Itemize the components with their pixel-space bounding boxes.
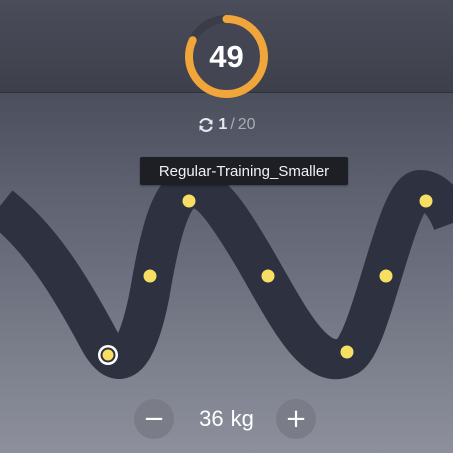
wave-dot[interactable] [143, 269, 157, 283]
wave-dot[interactable] [261, 269, 275, 283]
weight-unit: kg [230, 406, 254, 431]
decrease-weight-button[interactable]: − [134, 399, 174, 439]
increase-weight-button[interactable]: + [276, 399, 316, 439]
wave-dot[interactable] [379, 269, 393, 283]
wave-dot[interactable] [419, 194, 433, 208]
wave-dot[interactable] [182, 194, 196, 208]
training-wave [0, 168, 453, 380]
weight-value: 36 [199, 406, 224, 431]
exercise-tooltip: Regular-Training_Smaller [140, 157, 348, 185]
weight-display: 36 kg [184, 399, 269, 439]
wave-dot[interactable] [340, 345, 354, 359]
active-wave-dot[interactable] [102, 349, 114, 361]
weight-control: − 36 kg + [0, 399, 453, 439]
